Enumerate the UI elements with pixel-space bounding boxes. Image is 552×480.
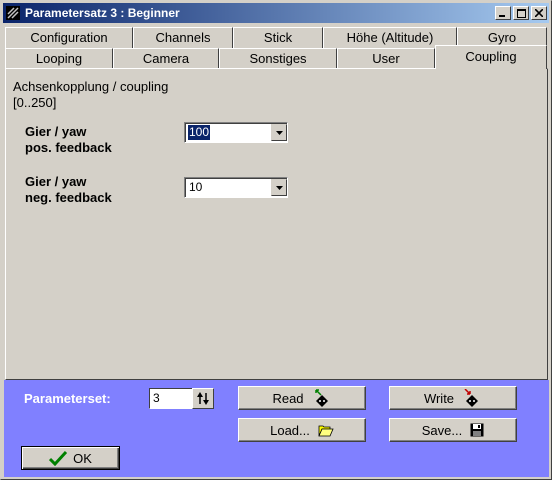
- title-bar[interactable]: Parametersatz 3 : Beginner: [3, 3, 549, 23]
- combo-value[interactable]: 10: [188, 180, 203, 195]
- tab-looping[interactable]: Looping: [5, 48, 113, 69]
- section-title: Achsenkopplung / coupling: [13, 79, 169, 94]
- parameterset-label: Parameterset:: [24, 391, 111, 406]
- label-line: pos. feedback: [25, 140, 112, 155]
- button-label: Write: [423, 390, 455, 406]
- folder-open-icon: [318, 425, 334, 436]
- parameterset-spinner[interactable]: [192, 388, 214, 409]
- app-window: Parametersatz 3 : Beginner Configuration…: [0, 0, 552, 480]
- tab-label: Looping: [35, 51, 83, 66]
- load-button[interactable]: Load...: [238, 418, 366, 442]
- chevron-down-icon: [275, 185, 283, 190]
- parameterset-input[interactable]: 3: [149, 388, 193, 409]
- dropdown-button[interactable]: [271, 124, 287, 141]
- bottom-panel: Parameterset: 3 Read Write Load... Save.…: [4, 380, 549, 477]
- spinner-arrows-icon: [197, 392, 209, 405]
- tab-label: User: [372, 51, 400, 66]
- close-button[interactable]: [531, 6, 547, 20]
- tab-user[interactable]: User: [337, 48, 435, 69]
- write-device-icon: [464, 389, 479, 407]
- minimize-button[interactable]: [495, 6, 511, 20]
- button-label: Load...: [270, 422, 310, 438]
- maximize-icon: [516, 8, 526, 18]
- chevron-down-icon: [275, 130, 283, 135]
- tab-label: Sonstiges: [249, 51, 307, 66]
- button-label: OK: [73, 450, 92, 466]
- label-line: neg. feedback: [25, 190, 112, 205]
- yaw-neg-feedback-combo[interactable]: 10: [184, 177, 288, 198]
- tab-label: Configuration: [30, 30, 108, 45]
- tab-camera[interactable]: Camera: [113, 48, 219, 69]
- yaw-pos-feedback-combo[interactable]: 100: [184, 122, 288, 143]
- app-icon: [6, 6, 20, 20]
- window-title: Parametersatz 3 : Beginner: [25, 6, 180, 20]
- maximize-button[interactable]: [513, 6, 529, 20]
- read-button[interactable]: Read: [238, 386, 366, 410]
- tab-panel-coupling: [5, 68, 548, 380]
- button-label: Read: [272, 390, 304, 406]
- tab-sonstiges[interactable]: Sonstiges: [219, 48, 337, 69]
- label-line: Gier / yaw: [25, 174, 87, 189]
- tab-channels[interactable]: Channels: [133, 27, 233, 48]
- minimize-icon: [499, 15, 505, 17]
- label-line: Gier / yaw: [25, 124, 87, 139]
- yaw-neg-feedback-label: Gier / yaw neg. feedback: [25, 174, 112, 206]
- tab-label: Coupling: [465, 49, 517, 64]
- checkmark-icon: [49, 450, 68, 466]
- floppy-disk-icon: [470, 423, 484, 437]
- tab-label: Gyro: [487, 30, 517, 45]
- range-hint: [0..250]: [13, 95, 57, 110]
- tab-label: Channels: [155, 30, 211, 45]
- tab-stick[interactable]: Stick: [233, 27, 323, 48]
- ok-button[interactable]: OK: [21, 446, 120, 470]
- tab-configuration[interactable]: Configuration: [5, 27, 133, 48]
- button-label: Save...: [421, 422, 463, 438]
- tab-coupling[interactable]: Coupling: [435, 45, 547, 69]
- tab-label: Camera: [142, 51, 190, 66]
- write-button[interactable]: Write: [389, 386, 517, 410]
- close-icon: [535, 9, 543, 17]
- tab-label: Höhe (Altitude): [346, 30, 434, 45]
- combo-value[interactable]: 100: [188, 125, 211, 140]
- dropdown-button[interactable]: [271, 179, 287, 196]
- yaw-pos-feedback-label: Gier / yaw pos. feedback: [25, 124, 112, 156]
- save-button[interactable]: Save...: [389, 418, 517, 442]
- tab-label: Stick: [263, 30, 293, 45]
- read-device-icon: [314, 389, 328, 407]
